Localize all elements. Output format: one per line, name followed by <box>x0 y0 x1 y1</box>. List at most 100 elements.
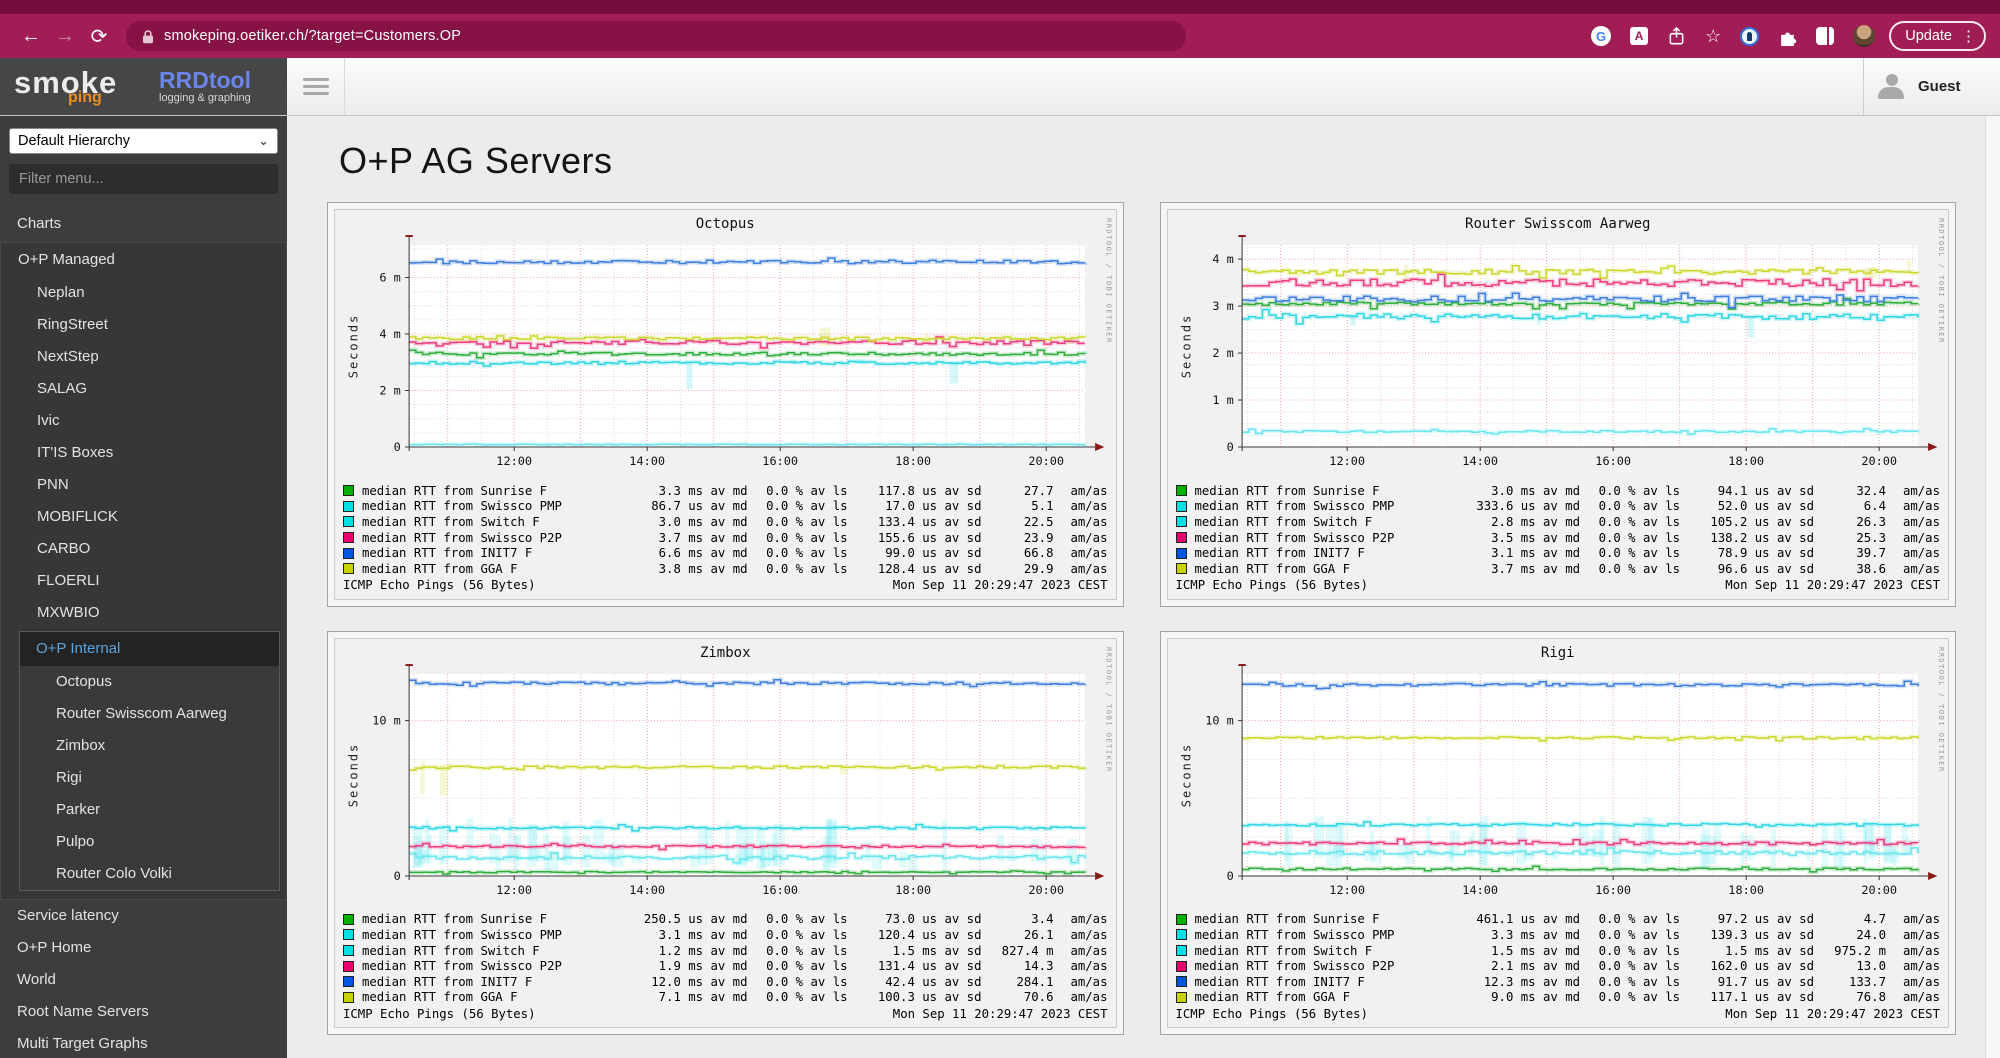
legend-loss: 0.0 % av ls <box>1584 975 1680 989</box>
logo-block: smoke ping RRDtool logging & graphing <box>0 58 287 115</box>
user-block[interactable]: Guest <box>1863 58 2000 115</box>
legend-series-name: median RTT from GGA F <box>1195 562 1457 576</box>
legend-ratio-unit: am/as <box>1058 562 1108 576</box>
sidebar-item-ringstreet[interactable]: RingStreet <box>1 309 286 341</box>
legend-row: median RTT from GGA F9.0 ms av md0.0 % a… <box>1176 990 1941 1006</box>
legend-row: median RTT from Sunrise F250.5 us av md0… <box>343 912 1108 928</box>
legend-swatch-icon <box>1176 992 1187 1003</box>
legend-row: median RTT from Swissco PMP86.7 us av md… <box>343 499 1108 515</box>
sidebar-item-op-managed[interactable]: O+P Managed <box>1 243 286 277</box>
smokeping-logo[interactable]: smoke ping <box>14 65 139 109</box>
google-icon[interactable]: G <box>1591 26 1611 46</box>
legend-median: 3.1 ms av md <box>628 928 748 942</box>
legend-loss: 0.0 % av ls <box>1584 928 1680 942</box>
legend-median: 12.3 ms av md <box>1460 975 1580 989</box>
chart-panel-rigi[interactable]: Rigi RRDTOOL / TOBI OETIKER 010 m12:0014… <box>1160 631 1957 1036</box>
sidebar-item-carbo[interactable]: CARBO <box>1 533 286 565</box>
legend-ratio-unit: am/as <box>1890 484 1940 498</box>
sidebar-item-mxwbio[interactable]: MXWBIO <box>1 597 286 629</box>
sidebar-item-mobiflick[interactable]: MOBIFLICK <box>1 501 286 533</box>
reload-icon[interactable]: ⟳ <box>82 24 116 49</box>
sidebar-item-multi-target-graphs[interactable]: Multi Target Graphs <box>0 1028 287 1058</box>
hierarchy-select[interactable]: Default Hierarchy ⌄ <box>9 128 278 154</box>
share-icon[interactable] <box>1667 26 1686 46</box>
legend-median: 3.0 ms av md <box>1460 484 1580 498</box>
graph-legend: median RTT from Sunrise F250.5 us av md0… <box>343 912 1108 1006</box>
legend-ratio: 23.9 <box>986 531 1054 545</box>
sidebar-item-world[interactable]: World <box>0 964 287 996</box>
graph-probe-label: ICMP Echo Pings (56 Bytes) <box>1176 1007 1369 1021</box>
svg-text:2 m: 2 m <box>1212 346 1233 360</box>
sidebar-item-router-swisscom-aarweg[interactable]: Router Swisscom Aarweg <box>20 698 279 730</box>
legend-series-name: median RTT from Switch F <box>1195 944 1457 958</box>
forward-icon[interactable]: → <box>48 25 82 48</box>
sidebar-item-itis-boxes[interactable]: IT'IS Boxes <box>1 437 286 469</box>
legend-loss: 0.0 % av ls <box>1584 959 1680 973</box>
sidebar-item-salag[interactable]: SALAG <box>1 373 286 405</box>
side-panel-icon[interactable] <box>1816 27 1834 45</box>
legend-ratio: 27.7 <box>986 484 1054 498</box>
update-button[interactable]: Update ⋮ <box>1889 21 1986 51</box>
filter-menu-input[interactable] <box>9 164 278 194</box>
legend-stddev: 73.0 us av sd <box>852 912 982 926</box>
legend-stddev: 128.4 us av sd <box>852 562 982 576</box>
legend-row: median RTT from Switch F1.5 ms av md0.0 … <box>1176 943 1941 959</box>
sidebar-item-service-latency[interactable]: Service latency <box>0 900 287 932</box>
legend-series-name: median RTT from INIT7 F <box>362 975 624 989</box>
profile-avatar[interactable] <box>1853 25 1875 47</box>
legend-swatch-icon <box>1176 563 1187 574</box>
bookmark-star-icon[interactable]: ☆ <box>1705 27 1721 45</box>
legend-ratio-unit: am/as <box>1058 484 1108 498</box>
hamburger-menu-icon[interactable] <box>287 58 345 115</box>
legend-row: median RTT from Sunrise F461.1 us av md0… <box>1176 912 1941 928</box>
legend-row: median RTT from Sunrise F3.3 ms av md0.0… <box>343 483 1108 499</box>
legend-stddev: 155.6 us av sd <box>852 531 982 545</box>
svg-text:16:00: 16:00 <box>762 883 798 897</box>
extensions-puzzle-icon[interactable] <box>1778 27 1797 46</box>
legend-median: 1.2 ms av md <box>628 944 748 958</box>
sidebar-item-op-home[interactable]: O+P Home <box>0 932 287 964</box>
address-bar[interactable]: smokeping.oetiker.ch/?target=Customers.O… <box>126 21 1186 51</box>
back-icon[interactable]: ← <box>14 25 48 48</box>
sidebar-item-octopus[interactable]: Octopus <box>20 666 279 698</box>
sidebar-item-charts[interactable]: Charts <box>0 208 287 240</box>
sidebar-item-router-colo-volki[interactable]: Router Colo Volki <box>20 858 279 890</box>
translate-icon[interactable]: A <box>1630 27 1648 45</box>
chart-panel-octopus[interactable]: Octopus RRDTOOL / TOBI OETIKER 02 m4 m6 … <box>327 202 1124 607</box>
legend-ratio-unit: am/as <box>1058 499 1108 513</box>
sidebar-item-op-internal[interactable]: O+P Internal <box>20 632 279 666</box>
sidebar-item-root-name-servers[interactable]: Root Name Servers <box>0 996 287 1028</box>
sidebar-item-nextstep[interactable]: NextStep <box>1 341 286 373</box>
graph-legend: median RTT from Sunrise F3.3 ms av md0.0… <box>343 483 1108 577</box>
rrdtool-logo[interactable]: RRDtool logging & graphing <box>159 69 251 104</box>
legend-loss: 0.0 % av ls <box>752 912 848 926</box>
legend-swatch-icon <box>1176 945 1187 956</box>
legend-loss: 0.0 % av ls <box>752 546 848 560</box>
rrdtool-signature: RRDTOOL / TOBI OETIKER <box>1937 647 1945 773</box>
password-manager-icon[interactable] <box>1740 27 1759 46</box>
legend-ratio: 29.9 <box>986 562 1054 576</box>
sidebar-item-pulpo[interactable]: Pulpo <box>20 826 279 858</box>
sidebar-item-parker[interactable]: Parker <box>20 794 279 826</box>
legend-series-name: median RTT from INIT7 F <box>1195 546 1457 560</box>
legend-median: 3.3 ms av md <box>1460 928 1580 942</box>
legend-stddev: 97.2 us av sd <box>1684 912 1814 926</box>
svg-text:16:00: 16:00 <box>1595 454 1631 468</box>
legend-ratio-unit: am/as <box>1058 975 1108 989</box>
sidebar-item-ivic[interactable]: Ivic <box>1 405 286 437</box>
page-scrollbar[interactable] <box>1985 116 2000 1058</box>
legend-median: 3.5 ms av md <box>1460 531 1580 545</box>
legend-stddev: 131.4 us av sd <box>852 959 982 973</box>
legend-loss: 0.0 % av ls <box>752 990 848 1004</box>
sidebar-item-zimbox[interactable]: Zimbox <box>20 730 279 762</box>
chart-panel-router-swisscom-aarweg[interactable]: Router Swisscom Aarweg RRDTOOL / TOBI OE… <box>1160 202 1957 607</box>
legend-ratio-unit: am/as <box>1890 912 1940 926</box>
sidebar-item-floerli[interactable]: FLOERLI <box>1 565 286 597</box>
legend-ratio: 133.7 <box>1818 975 1886 989</box>
sidebar-item-pnn[interactable]: PNN <box>1 469 286 501</box>
svg-text:Seconds: Seconds <box>346 742 360 807</box>
browser-menu-icon[interactable]: ⋮ <box>1961 27 1976 45</box>
sidebar-item-neplan[interactable]: Neplan <box>1 277 286 309</box>
chart-panel-zimbox[interactable]: Zimbox RRDTOOL / TOBI OETIKER 010 m12:00… <box>327 631 1124 1036</box>
sidebar-item-rigi[interactable]: Rigi <box>20 762 279 794</box>
